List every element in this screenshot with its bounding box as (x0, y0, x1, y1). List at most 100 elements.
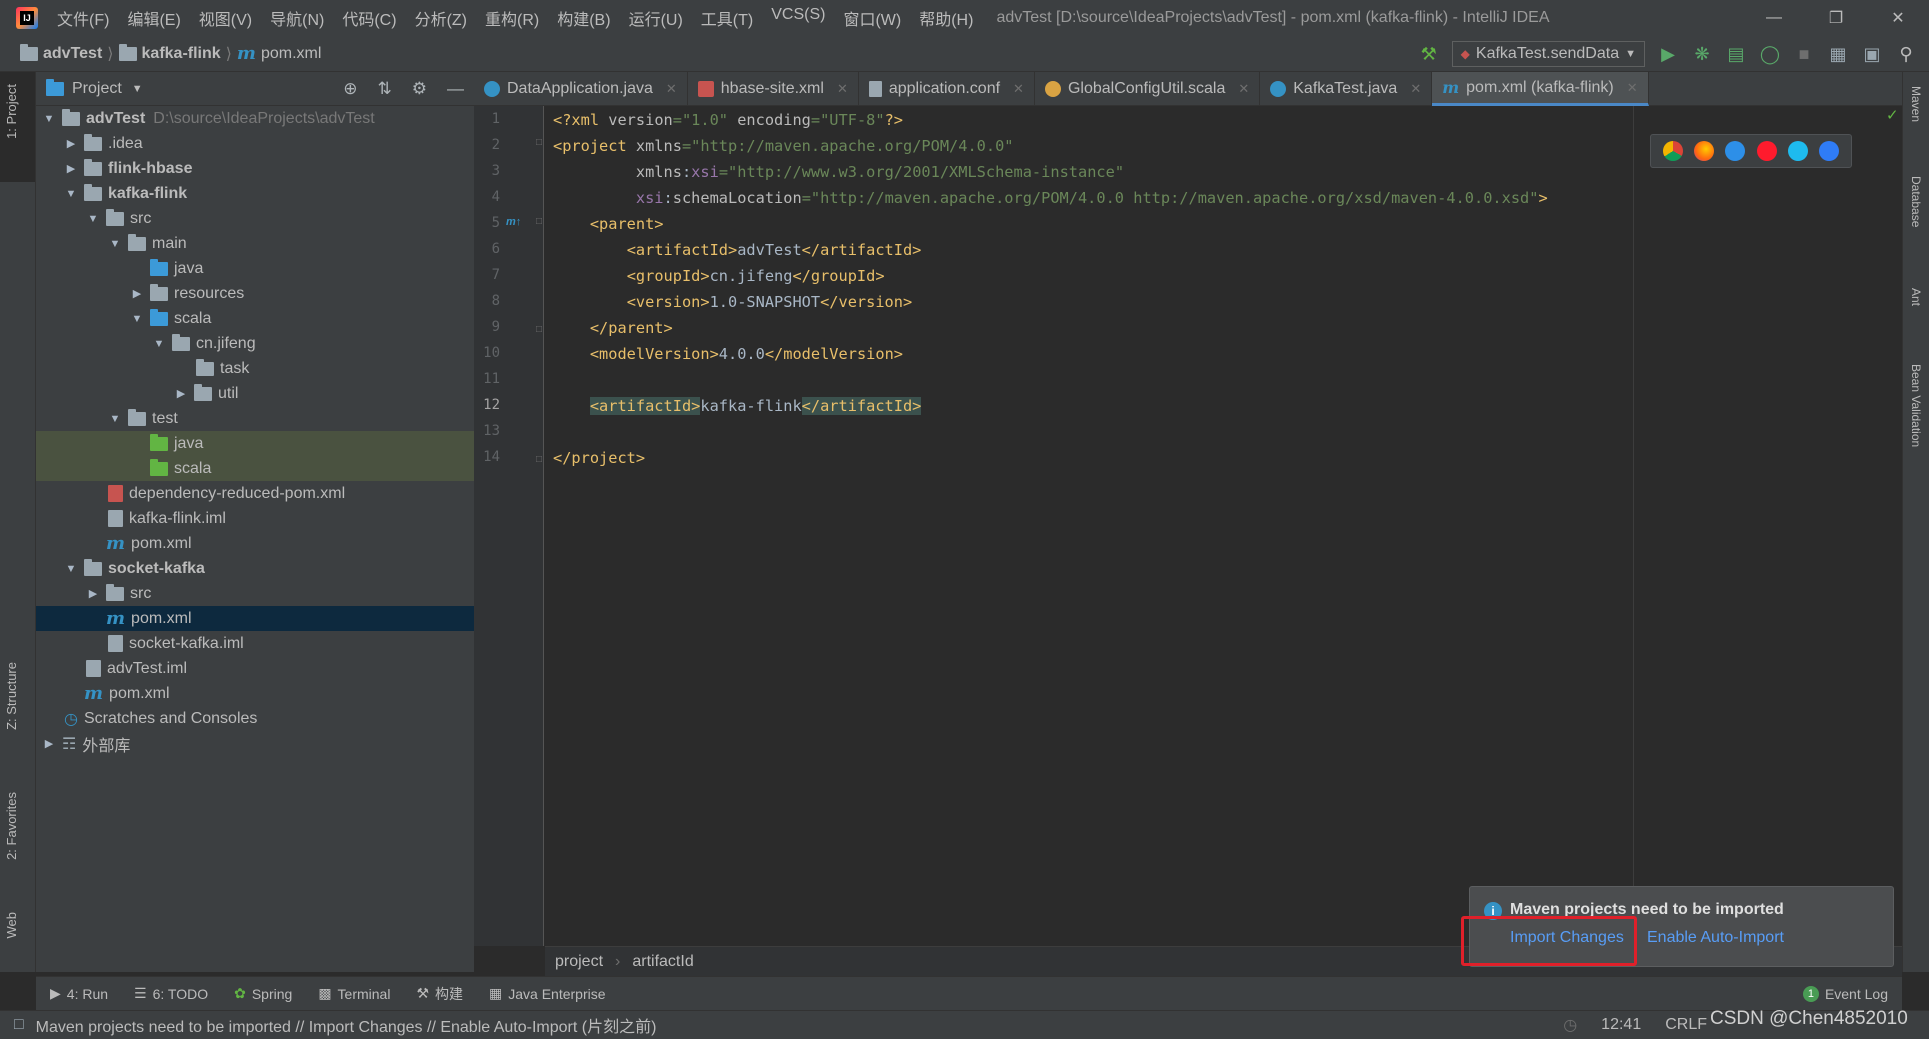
expand-arrow-icon[interactable]: ▼ (64, 563, 78, 575)
tool-java-enterprise[interactable]: ▦ Java Enterprise (489, 985, 606, 1002)
project-structure-icon[interactable]: ▦ (1827, 43, 1849, 65)
tab-hbase-site[interactable]: hbase-site.xml ✕ (688, 72, 859, 106)
opera-icon[interactable] (1756, 141, 1777, 161)
tree-item-scratches[interactable]: ◷ Scratches and Consoles (36, 706, 474, 731)
restore-icon[interactable]: ❐ (1805, 0, 1867, 36)
collapsed-arrow-icon[interactable]: ▶ (64, 137, 78, 150)
menu-code[interactable]: 代码(C) (333, 6, 405, 30)
tree-item-kafka-flink-iml[interactable]: kafka-flink.iml (36, 506, 474, 531)
locate-icon[interactable]: ⊕ (343, 79, 357, 99)
build-hammer-icon[interactable]: ⚒ (1418, 43, 1440, 65)
tree-item-flink-hbase[interactable]: ▶ flink-hbase (36, 156, 474, 181)
chrome-icon[interactable] (1662, 141, 1683, 161)
tree-item-socket-kafka[interactable]: ▼ socket-kafka (36, 556, 474, 581)
menu-refactor[interactable]: 重构(R) (476, 6, 548, 30)
tool-run[interactable]: ▶ 4: Run (50, 985, 108, 1002)
tab-application-conf[interactable]: application.conf ✕ (859, 72, 1035, 106)
close-icon[interactable]: ✕ (1867, 0, 1929, 36)
edge-icon[interactable] (1819, 141, 1840, 161)
tab-data-application[interactable]: DataApplication.java ✕ (474, 72, 688, 106)
maven-parent-gutter-icon[interactable]: m↑ (506, 216, 521, 228)
tool-tab-ant[interactable]: Ant (1909, 288, 1923, 306)
tree-item-idea[interactable]: ▶ .idea (36, 131, 474, 156)
close-tab-icon[interactable]: ✕ (1627, 80, 1638, 96)
tree-item-main[interactable]: ▼ main (36, 231, 474, 256)
tree-item-src[interactable]: ▼ src (36, 206, 474, 231)
safari-icon[interactable] (1725, 141, 1746, 161)
crumb-project-tag[interactable]: project (555, 953, 603, 971)
tree-item-scala[interactable]: ▼ scala (36, 306, 474, 331)
profile-icon[interactable]: ◯ (1759, 43, 1781, 65)
tree-item-external-libraries[interactable]: ▶ ☶ 外部库 (36, 731, 474, 756)
menu-run[interactable]: 运行(U) (620, 6, 692, 30)
tab-kafka-test[interactable]: KafkaTest.java ✕ (1260, 72, 1433, 106)
search-icon[interactable]: ⚲ (1895, 43, 1917, 65)
collapsed-arrow-icon[interactable]: ▶ (64, 162, 78, 175)
inspection-ok-icon[interactable]: ✓ (1886, 106, 1899, 124)
tree-item-resources[interactable]: ▶ resources (36, 281, 474, 306)
close-tab-icon[interactable]: ✕ (666, 81, 677, 97)
crumb-artifactid-tag[interactable]: artifactId (632, 953, 693, 971)
firefox-icon[interactable] (1693, 141, 1714, 161)
tool-tab-favorites[interactable]: 2: Favorites (4, 792, 19, 860)
collapsed-arrow-icon[interactable]: ▶ (86, 587, 100, 600)
menu-vcs[interactable]: VCS(S) (762, 6, 834, 30)
tool-tab-database[interactable]: Database (1909, 176, 1923, 227)
code-editor[interactable]: <?xml version="1.0" encoding="UTF-8"?> <… (545, 106, 1902, 946)
menu-help[interactable]: 帮助(H) (910, 6, 982, 30)
expand-arrow-icon[interactable]: ▼ (152, 338, 166, 350)
tree-item-test[interactable]: ▼ test (36, 406, 474, 431)
collapse-all-icon[interactable]: ⇅ (378, 79, 392, 99)
tool-tab-project[interactable]: 1: Project (4, 84, 19, 139)
coverage-icon[interactable]: ▤ (1725, 43, 1747, 65)
presentation-icon[interactable]: ▣ (1861, 43, 1883, 65)
close-tab-icon[interactable]: ✕ (837, 81, 848, 97)
run-icon[interactable]: ▶ (1657, 43, 1679, 65)
tool-terminal[interactable]: ▩ Terminal (318, 985, 390, 1002)
tree-item-root-pom[interactable]: m pom.xml (36, 681, 474, 706)
crumb-module[interactable]: kafka-flink (142, 45, 221, 63)
internet-explorer-icon[interactable] (1787, 141, 1808, 161)
expand-arrow-icon[interactable]: ▼ (108, 238, 122, 250)
minimize-icon[interactable]: — (1743, 0, 1805, 36)
close-tab-icon[interactable]: ✕ (1410, 81, 1421, 97)
debug-bug-icon[interactable]: ❋ (1691, 43, 1713, 65)
tree-item-main-java[interactable]: java (36, 256, 474, 281)
expand-arrow-icon[interactable]: ▼ (42, 113, 56, 125)
expand-arrow-icon[interactable]: ▼ (108, 413, 122, 425)
tree-item-test-scala[interactable]: scala (36, 456, 474, 481)
tool-spring[interactable]: ✿ Spring (234, 985, 292, 1002)
menu-build[interactable]: 构建(B) (548, 6, 619, 30)
fold-icon[interactable]: □ (536, 454, 542, 465)
tab-global-config-util[interactable]: GlobalConfigUtil.scala ✕ (1035, 72, 1261, 106)
tool-tab-maven[interactable]: Maven (1909, 86, 1923, 122)
menu-navigate[interactable]: 导航(N) (261, 6, 333, 30)
gear-icon[interactable]: ⚙ (412, 79, 427, 99)
collapsed-arrow-icon[interactable]: ▶ (130, 287, 144, 300)
expand-arrow-icon[interactable]: ▼ (64, 188, 78, 200)
tree-item-socket-kafka-iml[interactable]: socket-kafka.iml (36, 631, 474, 656)
menu-file[interactable]: 文件(F) (48, 6, 118, 30)
stop-icon[interactable]: ■ (1793, 43, 1815, 65)
enable-auto-import-link[interactable]: Enable Auto-Import (1647, 929, 1784, 947)
fold-icon[interactable]: □ (536, 137, 542, 148)
tool-build[interactable]: ⚒ 构建 (416, 984, 463, 1004)
tree-item-dependency-reduced-pom[interactable]: dependency-reduced-pom.xml (36, 481, 474, 506)
tree-item-socket-src[interactable]: ▶ src (36, 581, 474, 606)
menu-window[interactable]: 窗口(W) (834, 6, 910, 30)
tree-item-socket-kafka-pom[interactable]: m pom.xml (36, 606, 474, 631)
run-configuration-select[interactable]: ◆ KafkaTest.sendData ▼ (1451, 41, 1645, 67)
tool-event-log[interactable]: 1 Event Log (1802, 985, 1888, 1002)
collapsed-arrow-icon[interactable]: ▶ (174, 387, 188, 400)
close-tab-icon[interactable]: ✕ (1013, 81, 1024, 97)
tree-item-test-java[interactable]: java (36, 431, 474, 456)
tool-tab-bean-validation[interactable]: Bean Validation (1909, 364, 1923, 447)
fold-icon[interactable]: □ (536, 324, 542, 335)
caret-position[interactable]: 12:41 (1601, 1016, 1641, 1034)
tab-pom-kafka-flink[interactable]: m pom.xml (kafka-flink) ✕ (1432, 72, 1649, 106)
tree-item-task[interactable]: task (36, 356, 474, 381)
expand-arrow-icon[interactable]: ▼ (130, 313, 144, 325)
crumb-project[interactable]: advTest (43, 45, 102, 63)
tree-item-cn-jifeng[interactable]: ▼ cn.jifeng (36, 331, 474, 356)
tree-item-advtest-iml[interactable]: advTest.iml (36, 656, 474, 681)
